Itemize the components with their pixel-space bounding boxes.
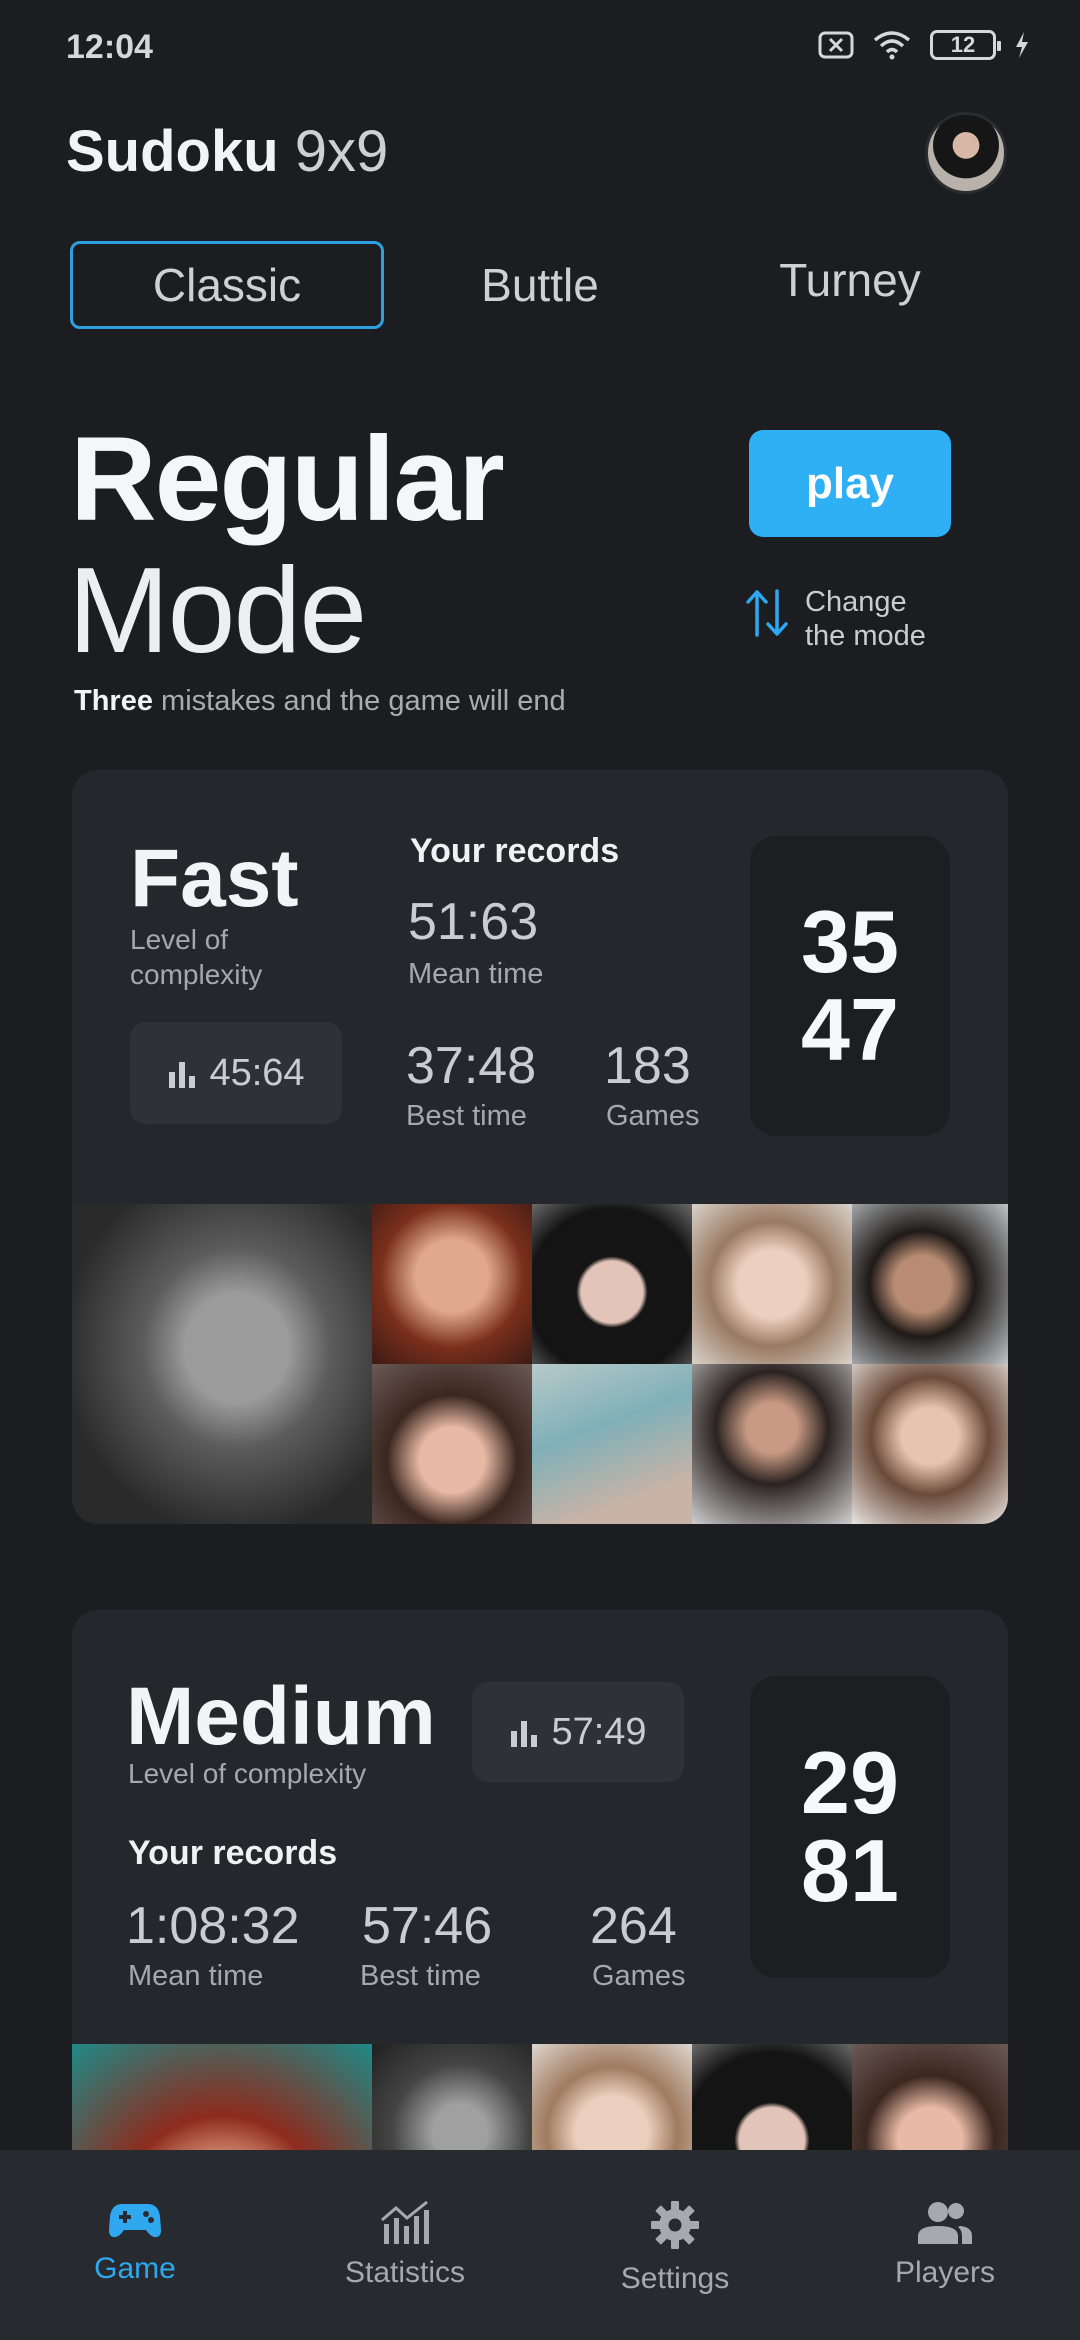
swap-arrows-icon	[746, 589, 788, 637]
score-top: 35	[801, 892, 899, 991]
change-mode-line-2: the mode	[805, 620, 926, 652]
records-title: Your records	[128, 1834, 338, 1872]
mean-time-label: Mean time	[128, 1960, 264, 1992]
level-subtitle-line-1: Level of	[130, 924, 229, 955]
score-box: 29 81	[750, 1676, 950, 1978]
sim-off-icon	[818, 31, 854, 59]
mode-description: Three mistakes and the game will end	[74, 685, 566, 718]
change-mode-line-1: Change	[805, 586, 907, 618]
mode-title: Regular	[70, 412, 505, 546]
best-time-value: 57:46	[362, 1897, 493, 1955]
gamepad-icon	[109, 2204, 161, 2238]
player-photo[interactable]	[372, 1364, 532, 1524]
best-time-label: Best time	[406, 1100, 527, 1132]
level-subtitle: Level of complexity	[128, 1758, 367, 1789]
tab-classic[interactable]: Classic	[70, 241, 384, 329]
bar-chart-icon	[511, 1721, 538, 1747]
mode-description-highlight: Three	[74, 685, 153, 717]
games-value: 264	[590, 1897, 677, 1955]
mean-time-label: Mean time	[408, 958, 544, 990]
score-top: 29	[801, 1733, 899, 1832]
best-time-label: Best time	[360, 1960, 481, 1992]
nav-game[interactable]: Game	[20, 2200, 250, 2286]
status-time: 12:04	[66, 28, 153, 66]
level-subtitle: Level of complexity	[130, 922, 262, 992]
nav-statistics[interactable]: Statistics	[290, 2200, 520, 2290]
level-subtitle-line-2: complexity	[130, 959, 263, 990]
stat-pill-value: 57:49	[551, 1710, 647, 1753]
nav-players-label: Players	[894, 2256, 996, 2289]
player-photo[interactable]	[532, 1364, 692, 1524]
score-bottom: 47	[801, 980, 899, 1079]
games-label: Games	[606, 1100, 700, 1132]
change-mode-label: Change the mode	[805, 585, 945, 653]
level-card-fast[interactable]: Fast Level of complexity 45:64 Your reco…	[72, 770, 1008, 1524]
player-photo[interactable]	[532, 1204, 692, 1364]
player-photo[interactable]	[692, 1204, 852, 1364]
player-photo[interactable]	[72, 1204, 372, 1524]
tab-turney[interactable]: Turney	[710, 236, 990, 324]
level-title: Fast	[130, 833, 299, 924]
player-photo[interactable]	[692, 1364, 852, 1524]
games-value: 183	[604, 1037, 691, 1095]
nav-game-label: Game	[94, 2252, 176, 2285]
stat-pill[interactable]: 45:64	[130, 1022, 342, 1124]
records-title: Your records	[410, 832, 620, 870]
score-box: 35 47	[750, 836, 950, 1136]
player-photo[interactable]	[372, 1204, 532, 1364]
mode-description-text: mistakes and the game will end	[161, 685, 566, 717]
player-photos	[72, 1204, 1008, 1524]
stat-pill-value: 45:64	[209, 1051, 305, 1094]
mean-time-value: 51:63	[408, 893, 539, 951]
gear-icon	[651, 2201, 699, 2249]
player-photo[interactable]	[852, 1364, 1008, 1524]
mean-time-value: 1:08:32	[126, 1897, 300, 1955]
level-title: Medium	[126, 1671, 436, 1762]
nav-settings-label: Settings	[620, 2262, 730, 2295]
games-label: Games	[592, 1960, 686, 1992]
profile-avatar[interactable]	[925, 112, 1007, 194]
charging-icon	[1016, 32, 1028, 58]
bottom-navigation: Game Statistics Settings Players	[0, 2150, 1080, 2340]
statistics-icon	[381, 2200, 429, 2244]
players-icon	[918, 2202, 972, 2244]
stat-pill[interactable]: 57:49	[472, 1682, 684, 1782]
change-mode-button[interactable]: Change the mode	[745, 585, 945, 653]
nav-settings[interactable]: Settings	[560, 2200, 790, 2296]
wifi-icon	[873, 31, 911, 60]
bar-chart-icon	[169, 1062, 196, 1088]
status-icons: 12	[818, 30, 1030, 60]
nav-players[interactable]: Players	[830, 2200, 1060, 2290]
play-button[interactable]: play	[749, 430, 951, 537]
nav-statistics-label: Statistics	[344, 2256, 466, 2289]
mode-subtitle: Mode	[68, 542, 367, 678]
battery-icon: 12	[930, 30, 1001, 60]
app-title-grid-size: 9x9	[294, 119, 389, 184]
score-bottom: 81	[801, 1821, 899, 1920]
tab-buttle[interactable]: Buttle	[400, 241, 680, 329]
battery-level: 12	[950, 32, 976, 57]
best-time-value: 37:48	[406, 1037, 537, 1095]
app-title-main: Sudoku	[66, 119, 279, 184]
app-title: Sudoku 9x9	[66, 118, 388, 185]
player-photo[interactable]	[852, 1204, 1008, 1364]
